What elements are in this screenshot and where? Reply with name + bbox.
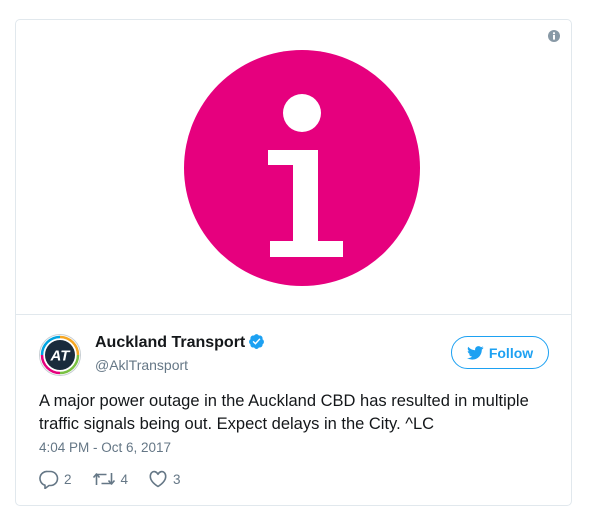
tweet-card: AT Auckland Transport @AklTransport Foll… [15,19,572,506]
author-handle[interactable]: @AklTransport [95,357,188,373]
tweet-timestamp[interactable]: 4:04 PM - Oct 6, 2017 [39,440,171,455]
reply-button[interactable]: 2 [39,470,72,489]
tweet-text: A major power outage in the Auckland CBD… [39,390,559,436]
verified-badge-icon [249,334,265,349]
information-symbol-image [184,50,420,286]
info-icon[interactable] [548,30,560,42]
like-count: 3 [173,471,181,487]
like-button[interactable]: 3 [148,470,181,488]
follow-label[interactable]: Follow [489,345,533,361]
author-name-text[interactable]: Auckland Transport [95,334,245,351]
tweet-text-line: A major power outage in the Auckland CBD… [39,392,529,410]
tweet-author: AT Auckland Transport @AklTransport Foll… [39,332,549,382]
author-name[interactable]: Auckland Transport [95,333,265,352]
avatar[interactable]: AT [39,334,81,376]
tweet-text-line: traffic signals being out. Expect delays… [39,415,435,433]
twitter-bird-icon [466,345,484,360]
tweet-media[interactable] [16,20,571,315]
retweet-icon [92,473,115,485]
heart-icon [149,470,167,488]
follow-button[interactable]: Follow [451,336,549,369]
tweet-actions: 2 4 3 [39,469,201,489]
avatar-letters: AT [50,348,72,365]
retweet-button[interactable]: 4 [92,470,129,488]
reply-icon [39,470,59,489]
retweet-count: 4 [120,471,129,487]
reply-count: 2 [64,471,72,487]
